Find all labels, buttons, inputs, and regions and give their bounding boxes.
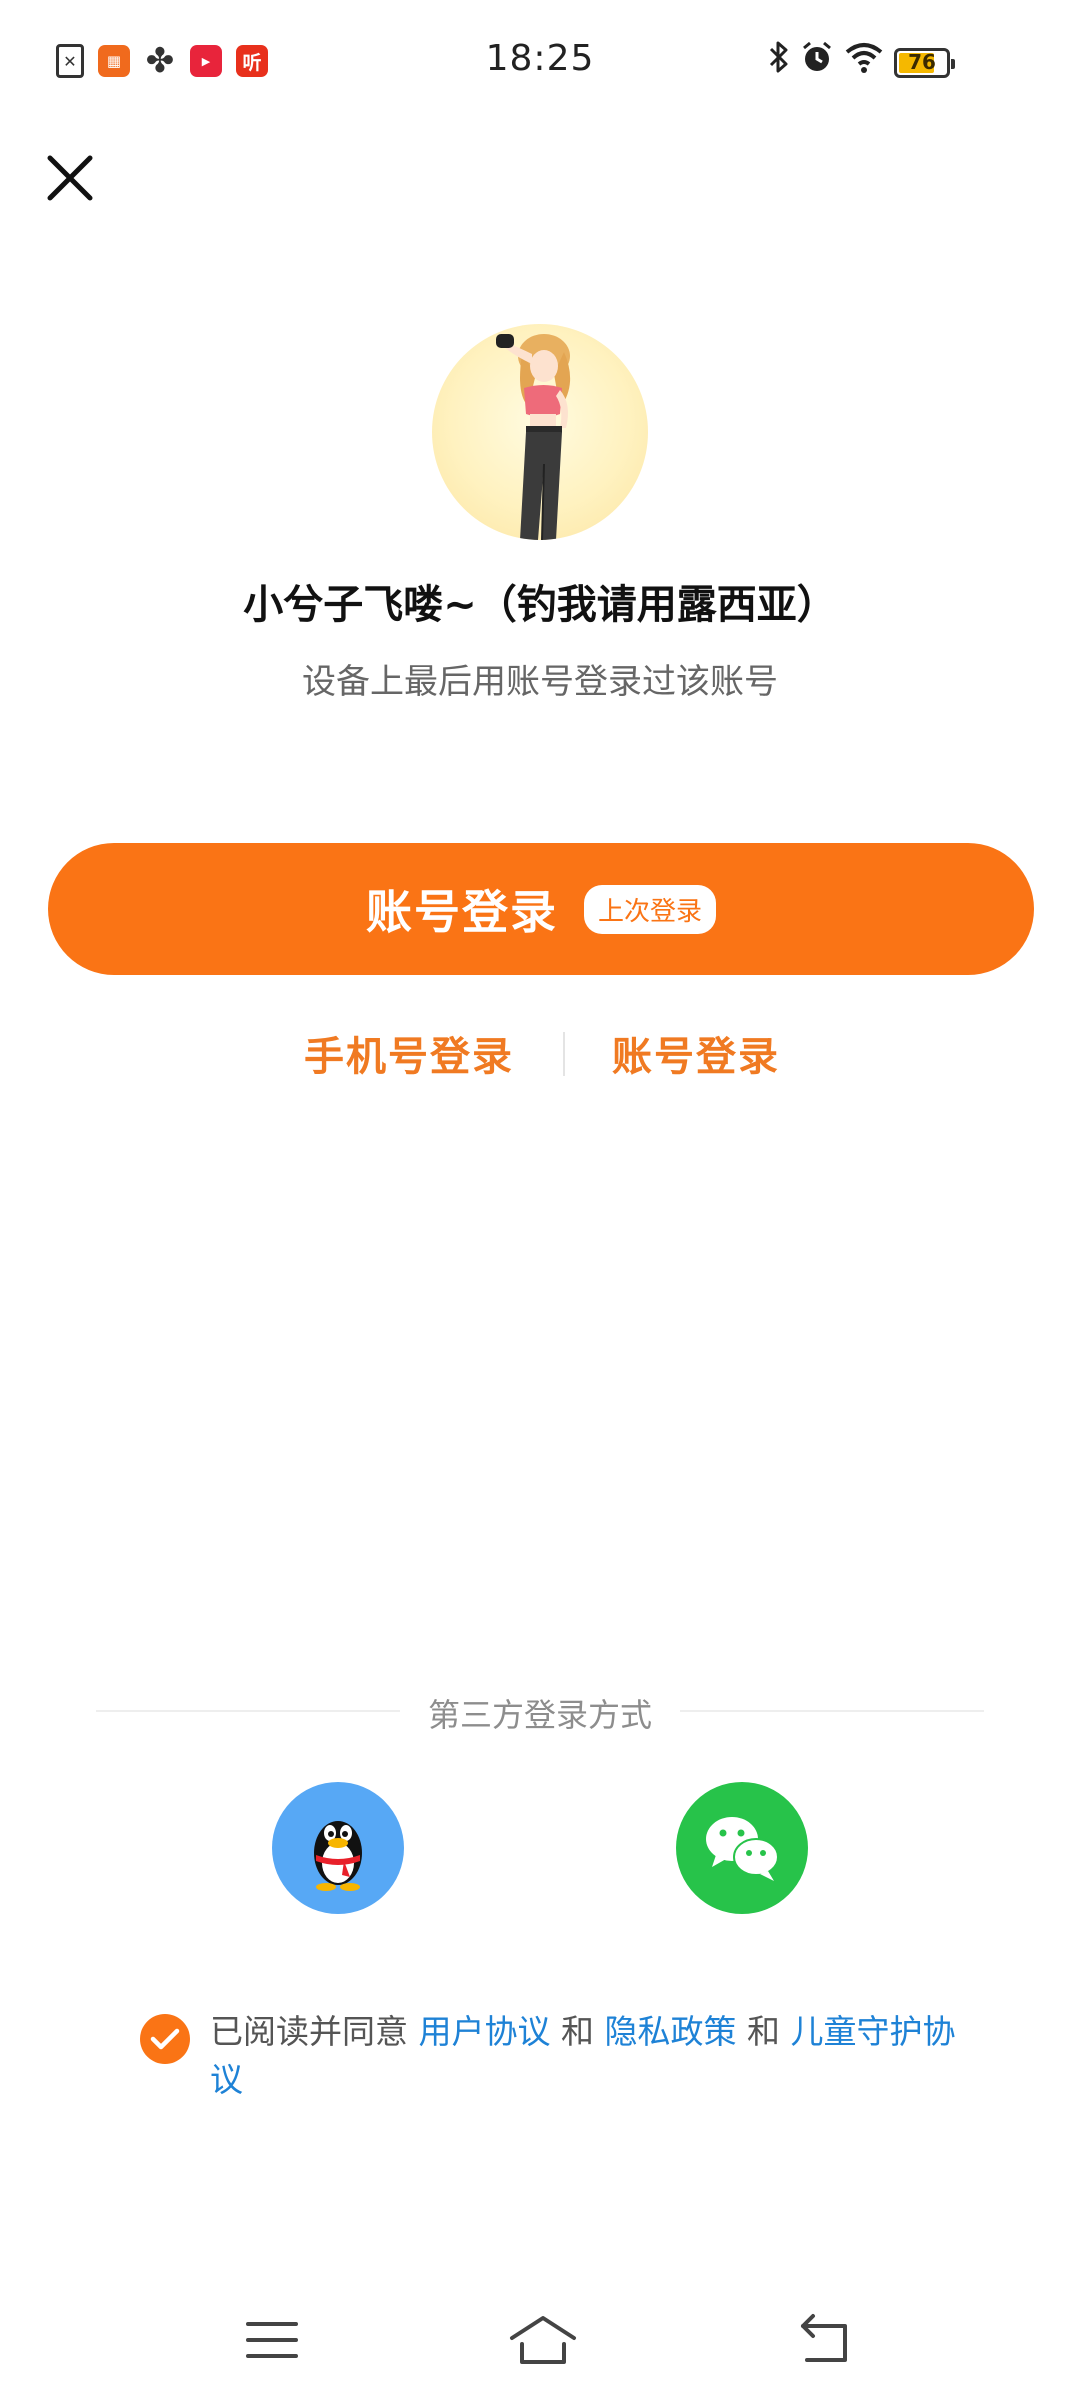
account-login-button[interactable]: 账号登录 上次登录 <box>48 843 1034 975</box>
battery-tip <box>951 58 955 69</box>
last-login-badge: 上次登录 <box>583 884 716 934</box>
nav-menu-button[interactable] <box>242 2310 302 2370</box>
qq-login-button[interactable] <box>272 1782 404 1914</box>
agreement-and-1: 和 <box>550 2012 605 2051</box>
battery-level: 76 <box>908 49 936 74</box>
agreement-and-2: 和 <box>736 2012 791 2051</box>
bluetooth-icon <box>768 40 790 85</box>
close-button[interactable] <box>44 152 96 204</box>
avatar-character-image <box>496 334 571 540</box>
privacy-policy-link[interactable]: 隐私政策 <box>604 2012 736 2051</box>
account-login-label: 账号登录 <box>365 885 558 939</box>
avatar <box>432 324 648 540</box>
third-party-title: 第三方登录方式 <box>427 1696 652 1734</box>
login-screen: ✕ ▦ ✤ ▶ 听 18:25 76 小兮子飞喽~（钓我请用露西亚） 设备上最后… <box>0 0 1080 2400</box>
account-login-link[interactable]: 账号登录 <box>612 1024 780 1082</box>
nav-home-button[interactable] <box>508 2310 576 2370</box>
back-icon <box>801 2314 847 2362</box>
system-nav-bar <box>0 2300 1080 2380</box>
agreement-text: 已阅读并同意 用户协议 和 隐私政策 和 儿童守护协议 <box>210 2008 970 2104</box>
phone-login-link[interactable]: 手机号登录 <box>304 1024 514 1082</box>
battery-icon: 76 <box>894 47 955 78</box>
close-icon <box>47 155 93 201</box>
wechat-icon <box>706 1817 779 1881</box>
home-icon <box>510 2316 576 2364</box>
menu-icon <box>246 2322 298 2358</box>
check-icon <box>150 2028 180 2050</box>
agreement-checkbox[interactable] <box>140 2014 190 2064</box>
wechat-login-button[interactable] <box>676 1782 808 1914</box>
alt-login-links: 手机号登录 账号登录 <box>0 1024 1080 1084</box>
agreement-prefix: 已阅读并同意 <box>210 2012 419 2051</box>
system-icons: 76 <box>768 40 955 85</box>
wifi-icon <box>844 40 884 85</box>
username: 小兮子飞喽~（钓我请用露西亚） <box>243 582 837 628</box>
last-login-hint: 设备上最后用账号登录过该账号 <box>302 662 778 702</box>
alarm-icon <box>800 40 834 85</box>
nav-back-button[interactable] <box>795 2310 855 2370</box>
alt-links-divider <box>563 1032 565 1076</box>
qq-penguin-icon <box>314 1821 362 1891</box>
status-bar: ✕ ▦ ✤ ▶ 听 18:25 76 <box>0 0 1080 120</box>
user-agreement-link[interactable]: 用户协议 <box>419 2012 551 2051</box>
